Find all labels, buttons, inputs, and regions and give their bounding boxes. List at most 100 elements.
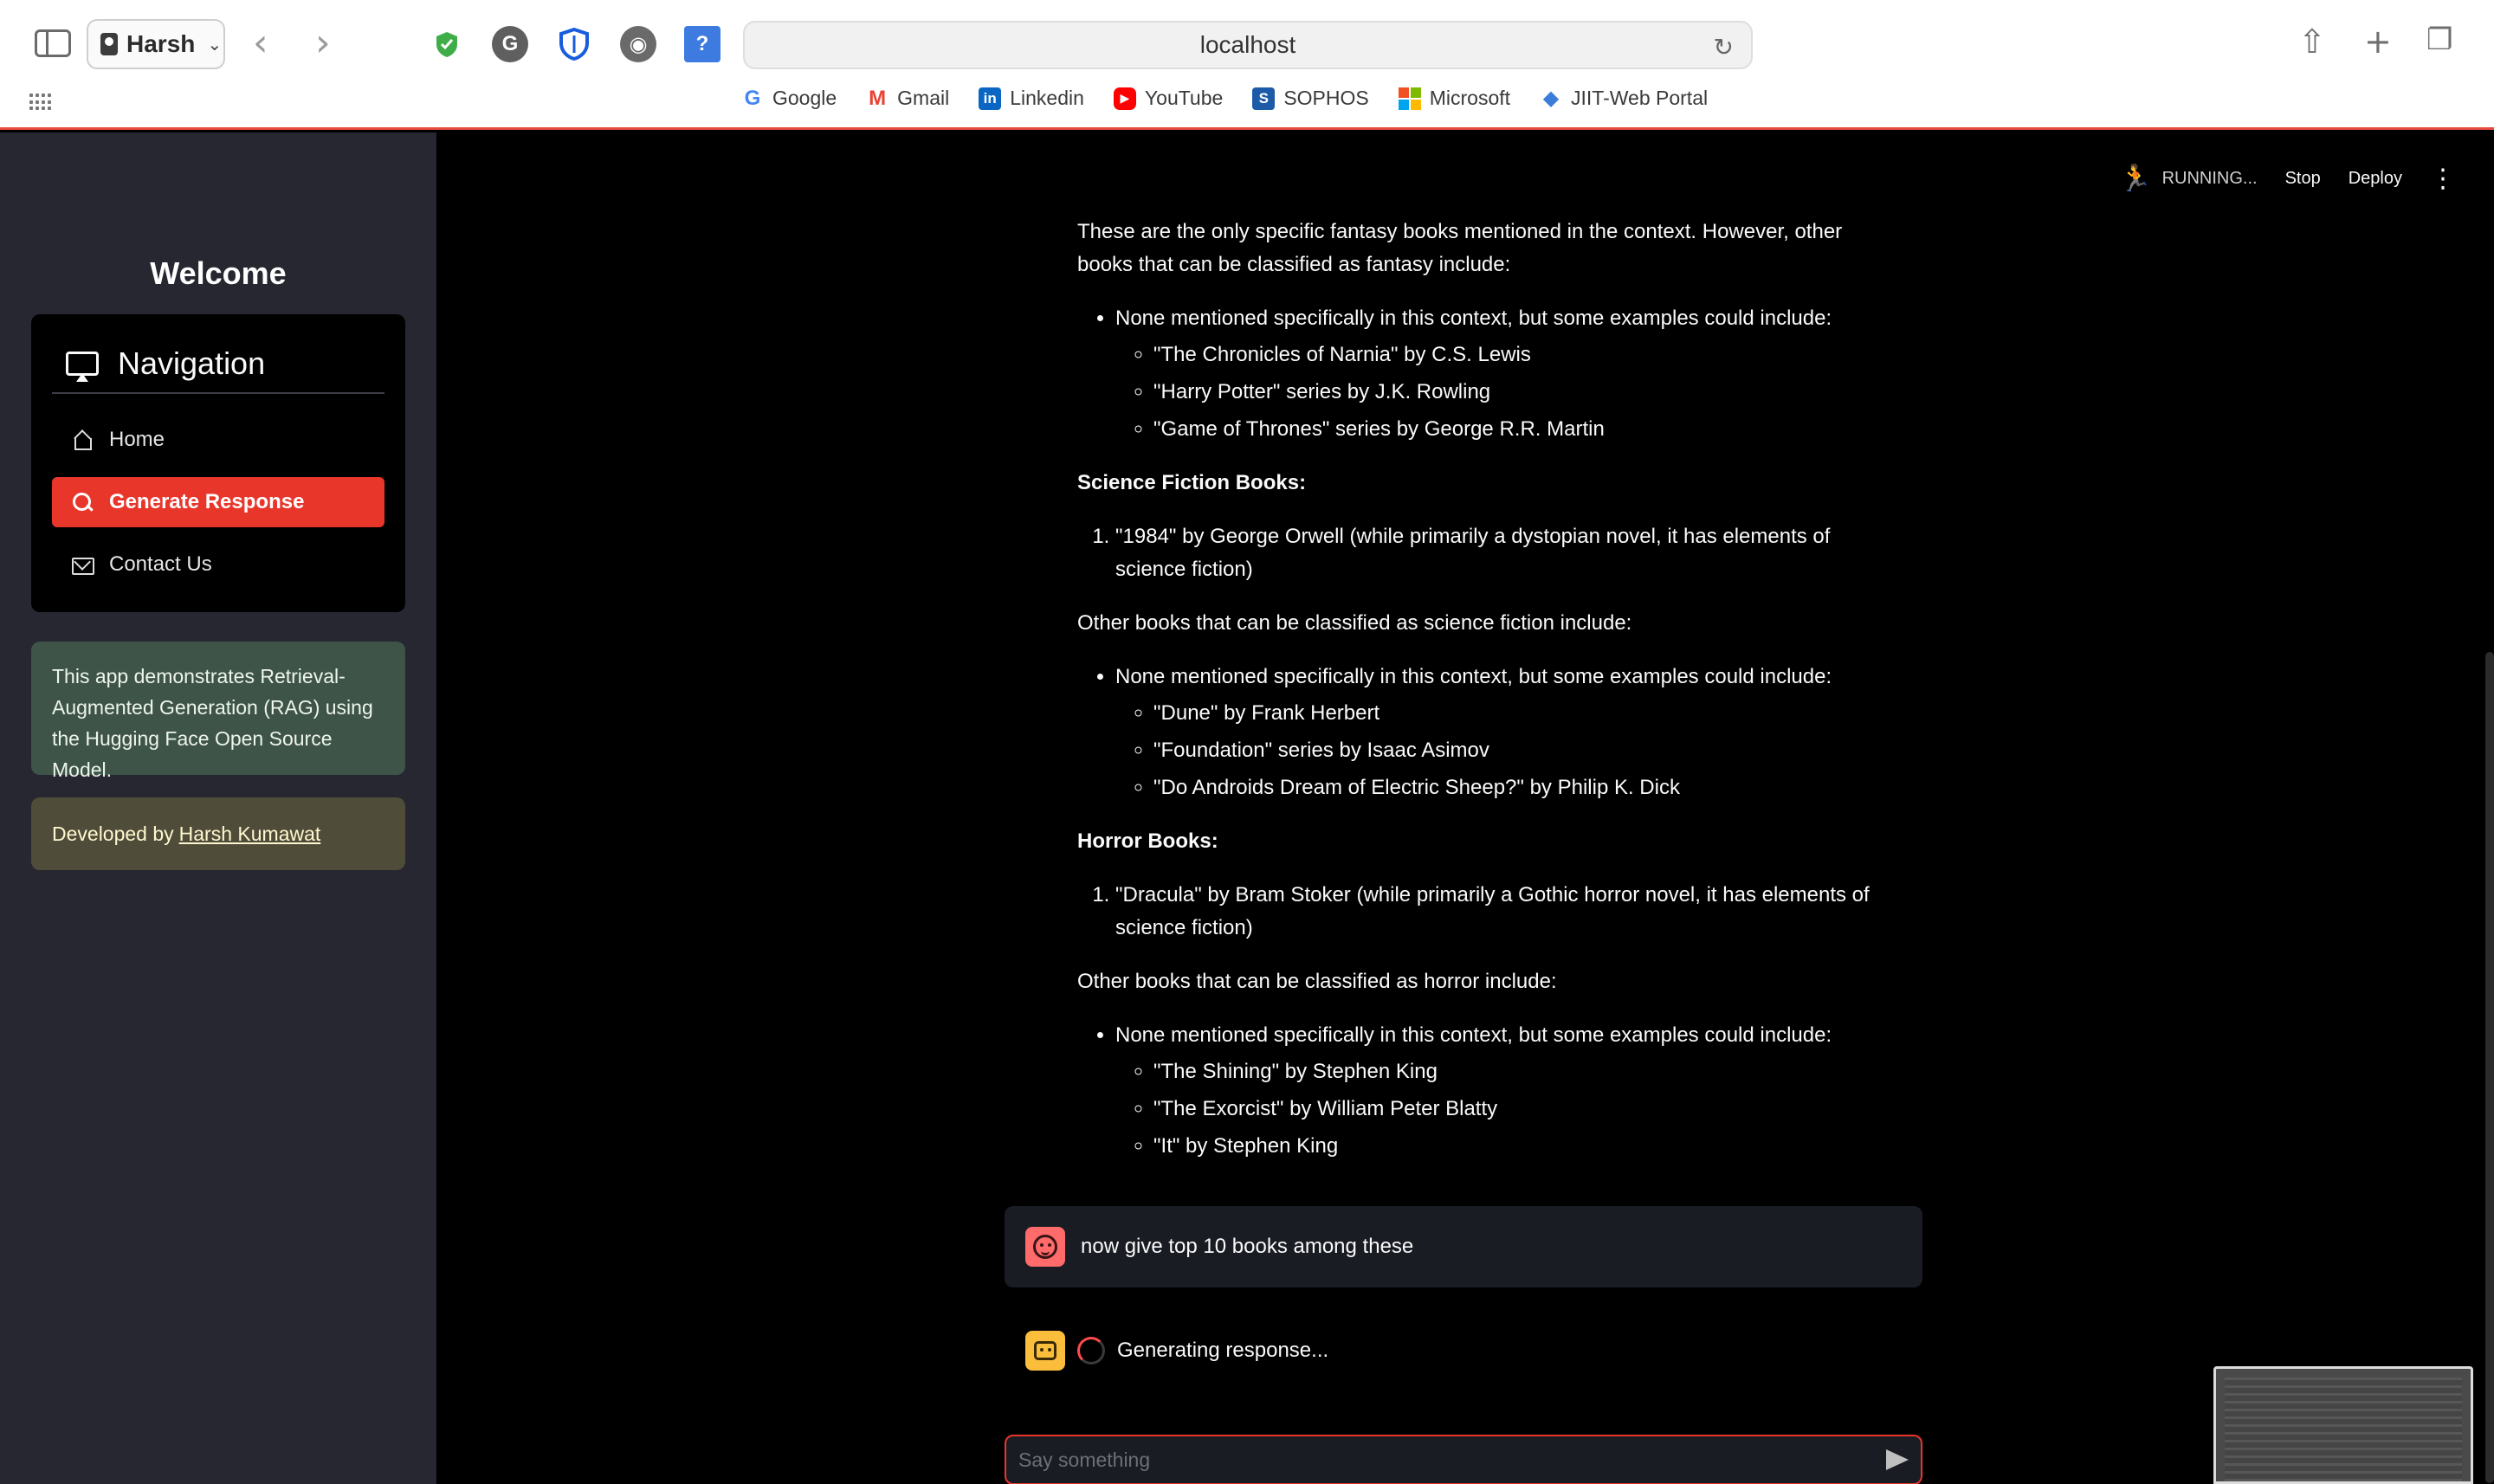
list-item: "The Exorcist" by William Peter Blatty — [1153, 1093, 1900, 1126]
list-item: "Do Androids Dream of Electric Sheep?" b… — [1153, 771, 1900, 804]
chat-input-box — [1005, 1435, 1922, 1484]
scifi-heading: Science Fiction Books: — [1077, 471, 1307, 494]
fantasy-examples: "The Chronicles of Narnia" by C.S. Lewis… — [1115, 339, 1900, 446]
back-arrow-icon[interactable]: ‹ — [253, 21, 268, 66]
list-item: "Foundation" series by Isaac Asimov — [1153, 734, 1900, 767]
apps-grid-icon[interactable] — [29, 94, 51, 111]
profile-badge-icon — [100, 33, 118, 55]
list-item: "The Chronicles of Narnia" by C.S. Lewis — [1153, 339, 1900, 371]
scrollbar[interactable] — [2485, 652, 2494, 1483]
user-avatar-icon — [1025, 1227, 1065, 1267]
linkedin-icon: in — [979, 87, 1002, 110]
app-sidebar: Welcome Navigation Home Generate Respons… — [0, 132, 436, 1484]
bitwarden-extension-icon[interactable] — [556, 26, 592, 62]
tab-overview-icon[interactable]: ❐ — [2426, 23, 2452, 57]
bookmark-youtube[interactable]: ▶ YouTube — [1113, 87, 1224, 110]
bookmark-label: JIIT-Web Portal — [1571, 87, 1709, 109]
nav-item-contact-us[interactable]: Contact Us — [52, 539, 384, 590]
chat-input[interactable] — [1018, 1448, 1877, 1472]
mail-icon — [71, 553, 94, 576]
shield-extension-icon[interactable] — [428, 26, 466, 62]
microsoft-icon — [1398, 87, 1421, 110]
list-item: None mentioned specifically in this cont… — [1115, 1019, 1900, 1163]
bookmarks-bar: G Google M Gmail in Linkedin ▶ YouTube S… — [741, 87, 1708, 111]
chevron-down-icon: ⌄ — [207, 35, 223, 55]
scifi-lead: None mentioned specifically in this cont… — [1115, 665, 1832, 688]
search-icon — [71, 491, 94, 513]
bookmark-label: Linkedin — [1010, 87, 1084, 109]
user-message: now give top 10 books among these — [1005, 1206, 1922, 1287]
list-item: "It" by Stephen King — [1153, 1130, 1900, 1163]
bookmark-google[interactable]: G Google — [741, 87, 837, 110]
horror-examples-list: None mentioned specifically in this cont… — [1077, 1019, 1900, 1163]
forward-arrow-icon[interactable]: › — [315, 21, 331, 66]
bookmark-sophos[interactable]: S SOPHOS — [1252, 87, 1369, 110]
status-text: RUNNING... — [2161, 169, 2258, 188]
bookmark-linkedin[interactable]: in Linkedin — [979, 87, 1084, 110]
stop-button[interactable]: Stop — [2285, 169, 2321, 189]
url-text: localhost — [1199, 31, 1296, 58]
github-extension-icon[interactable]: ◉ — [620, 26, 656, 62]
scifi-other: Other books that can be classified as sc… — [1077, 611, 1632, 635]
welcome-heading: Welcome — [150, 255, 287, 291]
running-man-icon: 🏃 — [2119, 164, 2152, 194]
fantasy-list: None mentioned specifically in this cont… — [1077, 302, 1900, 446]
bot-avatar-icon — [1025, 1331, 1065, 1371]
horror-other: Other books that can be classified as ho… — [1077, 970, 1557, 993]
help-extension-icon[interactable]: ? — [684, 26, 720, 62]
list-item: "The Shining" by Stephen King — [1153, 1055, 1900, 1088]
bookmark-label: YouTube — [1144, 87, 1224, 109]
grammarly-extension-icon[interactable]: G — [492, 26, 528, 62]
list-item: "1984" by George Orwell (while primarily… — [1115, 520, 1900, 586]
google-icon: G — [744, 86, 761, 110]
navigation-title: Navigation — [118, 345, 266, 381]
profile-switcher[interactable]: Harsh ⌄ — [87, 19, 225, 69]
nav-item-label: Generate Response — [109, 490, 305, 513]
main-menu-icon[interactable]: ⋮ — [2430, 165, 2456, 191]
gmail-icon: M — [869, 86, 887, 110]
nav-item-generate-response[interactable]: Generate Response — [52, 477, 384, 527]
nav-item-label: Contact Us — [109, 552, 212, 576]
address-bar[interactable]: localhost ↻ — [743, 21, 1753, 69]
list-item: "Dracula" by Bram Stoker (while primaril… — [1115, 879, 1900, 945]
sophos-icon: S — [1252, 87, 1276, 110]
list-item: None mentioned specifically in this cont… — [1115, 661, 1900, 804]
new-tab-icon[interactable]: + — [2364, 23, 2392, 61]
assistant-response: These are the only specific fantasy book… — [1077, 216, 1900, 1184]
navigation-header: Navigation — [52, 335, 384, 394]
bookmark-microsoft[interactable]: Microsoft — [1398, 87, 1510, 110]
airplay-icon — [66, 352, 99, 382]
deploy-button[interactable]: Deploy — [2349, 169, 2402, 189]
nav-item-label: Home — [109, 428, 165, 451]
browser-toolbar: Harsh ⌄ ‹ › G ◉ ? localhost ↻ ⇧ + ❐ G Go… — [0, 0, 2494, 130]
share-icon[interactable]: ⇧ — [2298, 23, 2326, 61]
scifi-list: "1984" by George Orwell (while primarily… — [1077, 520, 1900, 586]
profile-name: Harsh — [126, 30, 196, 57]
developer-link[interactable]: Harsh Kumawat — [179, 823, 321, 846]
navigation-menu: Navigation Home Generate Response Contac… — [31, 314, 405, 612]
sidebar-toggle-icon[interactable] — [35, 29, 71, 57]
send-icon[interactable] — [1886, 1449, 1909, 1470]
main-content: 🏃 RUNNING... Stop Deploy ⋮ These are the… — [436, 132, 2494, 1484]
bookmark-gmail[interactable]: M Gmail — [866, 87, 949, 110]
developer-credit: Developed by Harsh Kumawat — [31, 797, 405, 870]
horror-list: "Dracula" by Bram Stoker (while primaril… — [1077, 879, 1900, 945]
screenshot-thumbnail[interactable] — [2213, 1366, 2473, 1484]
list-item: "Game of Thrones" series by George R.R. … — [1153, 413, 1900, 446]
youtube-icon: ▶ — [1113, 87, 1136, 110]
bookmark-label: Google — [772, 87, 837, 109]
list-item: "Dune" by Frank Herbert — [1153, 697, 1900, 730]
loading-spinner-icon — [1077, 1337, 1105, 1365]
bookmark-label: SOPHOS — [1283, 87, 1369, 109]
reload-icon[interactable]: ↻ — [1714, 33, 1734, 61]
horror-heading: Horror Books: — [1077, 829, 1218, 853]
bookmark-label: Gmail — [897, 87, 950, 109]
app-toolbar: 🏃 RUNNING... Stop Deploy ⋮ — [2119, 164, 2456, 194]
horror-examples: "The Shining" by Stephen King "The Exorc… — [1115, 1055, 1900, 1163]
horror-lead: None mentioned specifically in this cont… — [1115, 1023, 1832, 1047]
response-intro: These are the only specific fantasy book… — [1077, 220, 1843, 276]
nav-item-home[interactable]: Home — [52, 415, 384, 465]
fantasy-lead: None mentioned specifically in this cont… — [1115, 306, 1832, 330]
bookmark-jiit[interactable]: ◆ JIIT-Web Portal — [1540, 87, 1708, 110]
list-item: None mentioned specifically in this cont… — [1115, 302, 1900, 446]
